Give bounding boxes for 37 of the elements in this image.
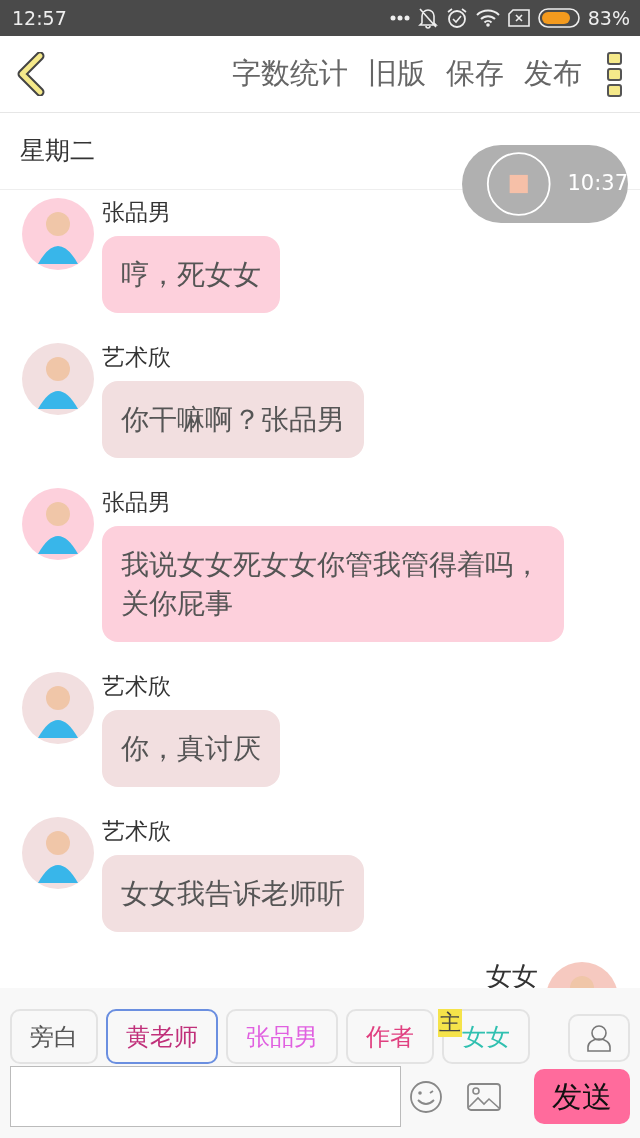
role-tab[interactable]: 黄老师 [106, 1009, 218, 1064]
message-bubble: 你，真讨厌 [102, 710, 280, 787]
role-tab[interactable]: 旁白 [10, 1009, 98, 1064]
header-action[interactable]: 字数统计 [232, 52, 348, 96]
role-tab[interactable]: 作者 [346, 1009, 434, 1064]
emoji-icon[interactable] [409, 1079, 443, 1114]
message-bubble: 哼，死女女 [102, 236, 280, 313]
main-role-badge: 主 [438, 1009, 462, 1037]
more-icon [389, 15, 410, 21]
image-icon[interactable] [467, 1082, 501, 1111]
record-time: 10:37 [567, 170, 628, 198]
sender-name: 艺术欣 [102, 817, 171, 845]
day-label: 星期二 [20, 135, 95, 168]
header-action[interactable]: 保存 [446, 52, 504, 96]
message-bubble: 女女我告诉老师听 [102, 855, 364, 932]
header-action[interactable]: 发布 [524, 52, 582, 96]
sender-name: 张品男 [102, 488, 171, 516]
battery-icon [537, 8, 580, 28]
clock: 12:57 [12, 5, 67, 31]
mute-icon [417, 7, 438, 29]
sender-name: 女女 [486, 962, 538, 988]
menu-icon[interactable] [606, 51, 624, 97]
send-button[interactable]: 发送 [534, 1069, 630, 1124]
sender-name: 张品男 [102, 198, 171, 226]
person-icon [586, 1024, 612, 1052]
wifi-icon [475, 9, 500, 27]
back-icon[interactable] [16, 52, 46, 96]
message-bubble: 我说女女死女女你管我管得着吗，关你屁事 [102, 526, 564, 642]
sender-name: 艺术欣 [102, 343, 171, 371]
profile-button[interactable] [568, 1014, 630, 1062]
sim-icon [507, 9, 530, 27]
alarm-icon [445, 7, 468, 29]
battery-percent: 83% [587, 5, 630, 31]
message-bubble: 你干嘛啊？张品男 [102, 381, 364, 458]
sender-name: 艺术欣 [102, 672, 171, 700]
header-action[interactable]: 旧版 [368, 52, 426, 96]
message-input[interactable] [10, 1066, 401, 1127]
